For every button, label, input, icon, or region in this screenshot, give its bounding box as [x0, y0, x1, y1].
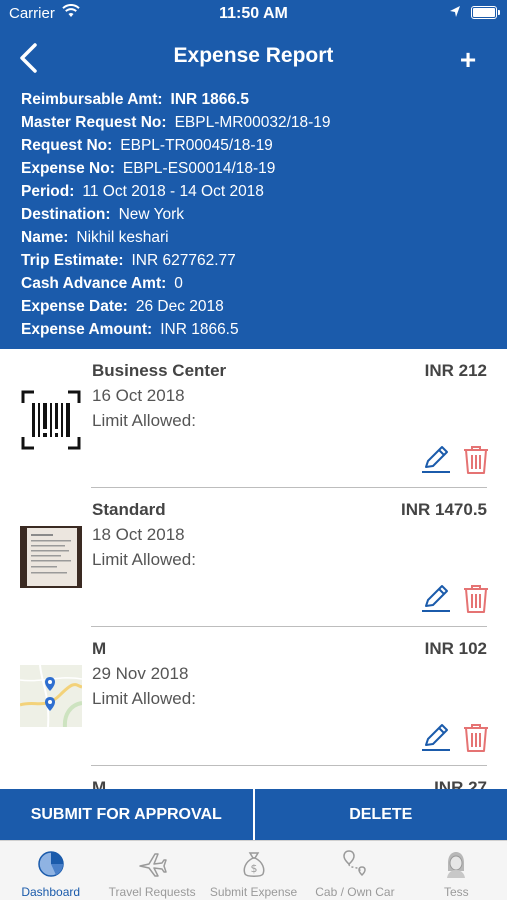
edit-pencil-icon[interactable] — [421, 444, 451, 474]
tab-label: Submit Expense — [209, 885, 298, 899]
tab-label: Tess — [443, 885, 469, 899]
expense-date: 29 Nov 2018 — [92, 664, 189, 683]
battery-icon — [471, 6, 497, 19]
expense-amount: INR 102 — [424, 639, 487, 658]
tab-tess[interactable]: Tess — [406, 841, 507, 900]
delete-trash-icon[interactable] — [462, 583, 490, 614]
route-pin-icon — [343, 850, 366, 877]
delete-trash-icon[interactable] — [462, 444, 490, 475]
submit-for-approval-button[interactable]: SUBMIT FOR APPROVAL — [0, 789, 253, 840]
tab-label: Cab / Own Car — [315, 885, 395, 899]
tab-label: Travel Requests — [108, 885, 196, 899]
expense-name: Standard — [92, 500, 166, 519]
expense-date: 18 Oct 2018 — [92, 525, 185, 544]
assistant-avatar-icon — [447, 852, 466, 878]
detail-master-request-no: Master Request No: EBPL-MR00032/18-19 — [21, 114, 331, 131]
action-bar: SUBMIT FOR APPROVAL DELETE — [0, 789, 507, 840]
report-details: Reimbursable Amt: INR 1866.5 Master Reque… — [21, 88, 331, 341]
expense-amount: INR 1470.5 — [401, 500, 487, 519]
limit-allowed-label: Limit Allowed: — [92, 550, 196, 569]
detail-destination: Destination: New York — [21, 206, 185, 223]
tab-travel-requests[interactable]: Travel Requests — [101, 841, 202, 900]
edit-pencil-icon[interactable] — [421, 583, 451, 613]
expense-name: Business Center — [92, 361, 227, 380]
status-time: 11:50 AM — [219, 5, 288, 22]
detail-period: Period: 11 Oct 2018 - 14 Oct 2018 — [21, 183, 264, 200]
expense-item[interactable]: M INR 27 — [0, 766, 507, 789]
pie-chart-icon — [37, 851, 64, 877]
limit-allowed-label: Limit Allowed: — [92, 411, 196, 430]
airplane-icon — [139, 853, 167, 877]
svg-text:$: $ — [250, 862, 257, 875]
expense-amount: INR 27 — [434, 778, 487, 789]
detail-name: Name: Nikhil keshari — [21, 229, 169, 246]
delete-button[interactable]: DELETE — [252, 789, 507, 840]
receipt-photo — [20, 526, 82, 588]
detail-expense-date: Expense Date: 26 Dec 2018 — [21, 298, 224, 315]
edit-pencil-icon[interactable] — [421, 722, 451, 752]
detail-expense-amount: Expense Amount: INR 1866.5 — [21, 321, 239, 338]
detail-cash-advance: Cash Advance Amt: 0 — [21, 275, 183, 292]
location-arrow-icon — [450, 6, 460, 17]
tab-submit-expense[interactable]: $ Submit Expense — [203, 841, 304, 900]
expense-report-header: Carrier 11:50 AM Expense Report + Reimbu… — [0, 0, 507, 349]
delete-trash-icon[interactable] — [462, 722, 490, 753]
expense-item[interactable]: Standard INR 1470.5 18 Oct 2018 Limit Al… — [0, 488, 507, 627]
barcode-scan-icon — [21, 390, 81, 450]
battery-tip — [498, 10, 500, 15]
expense-name: M — [92, 778, 107, 789]
expense-item[interactable]: Business Center INR 212 16 Oct 2018 Limi… — [0, 349, 507, 488]
money-bag-icon: $ — [243, 852, 264, 877]
detail-expense-no: Expense No: EBPL-ES00014/18-19 — [21, 160, 276, 177]
detail-trip-estimate: Trip Estimate: INR 627762.77 — [21, 252, 236, 269]
map-thumbnail — [20, 665, 82, 727]
detail-reimbursable-amt: Reimbursable Amt: INR 1866.5 — [21, 91, 249, 108]
tab-label: Dashboard — [21, 885, 81, 899]
tab-dashboard[interactable]: Dashboard — [0, 841, 101, 900]
detail-request-no: Request No: EBPL-TR00045/18-19 — [21, 137, 273, 154]
tab-cab-own-car[interactable]: Cab / Own Car — [304, 841, 405, 900]
page-title: Expense Report — [173, 44, 334, 67]
expense-name: M — [92, 639, 107, 658]
limit-allowed-label: Limit Allowed: — [92, 689, 196, 708]
expense-date: 16 Oct 2018 — [92, 386, 185, 405]
expense-item[interactable]: M INR 102 29 Nov 2018 Limit Allowed: — [0, 627, 507, 766]
expense-amount: INR 212 — [424, 361, 487, 380]
expense-list[interactable]: Business Center INR 212 16 Oct 2018 Limi… — [0, 349, 507, 789]
tab-bar: Dashboard Travel Requests $ Submit Expen… — [0, 840, 507, 900]
status-bar: Carrier 11:50 AM — [0, 0, 507, 28]
add-expense-button[interactable]: + — [456, 46, 480, 74]
